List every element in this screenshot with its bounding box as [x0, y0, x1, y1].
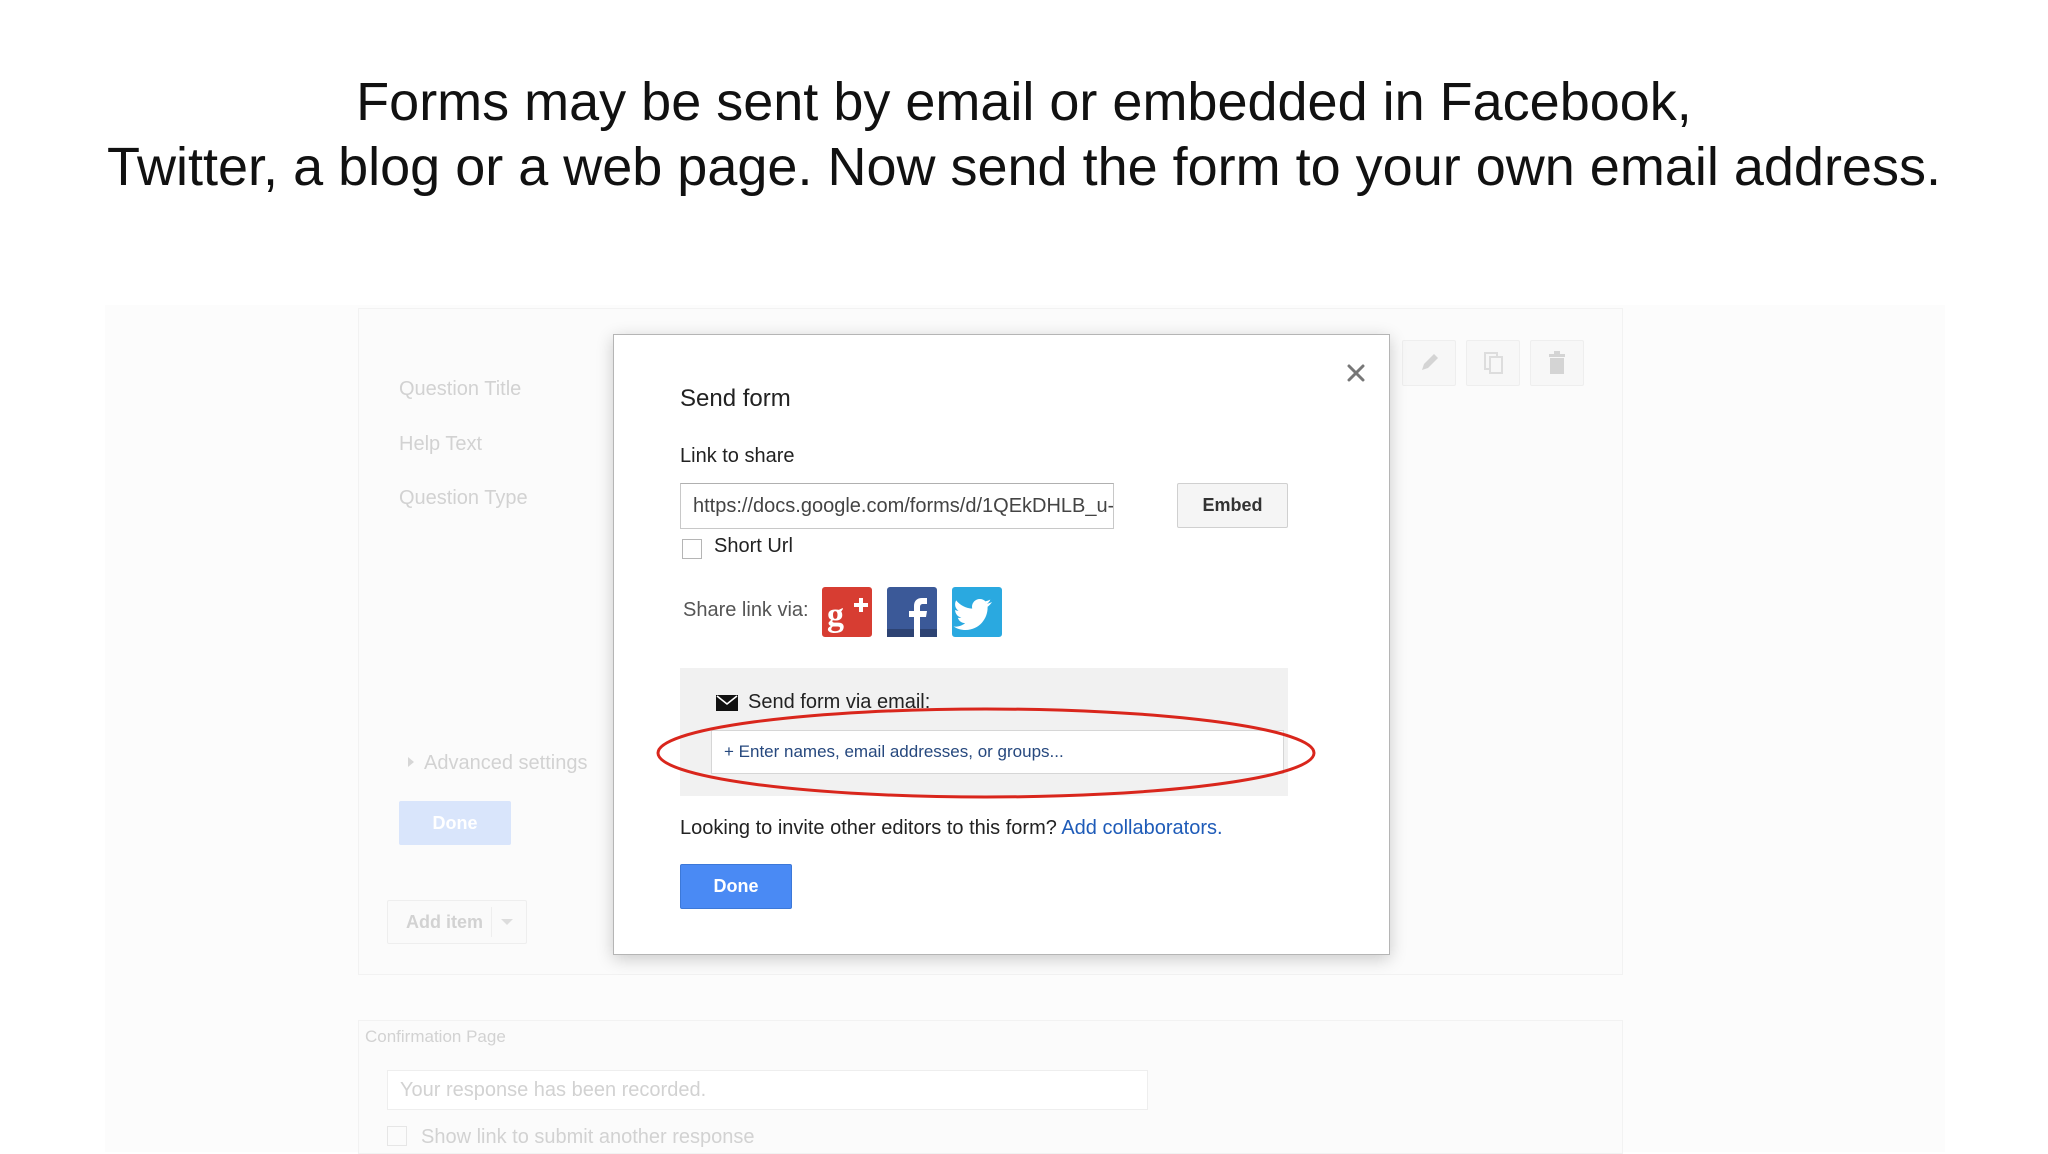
pencil-icon	[1422, 354, 1438, 370]
edit-question-button[interactable]	[1402, 340, 1456, 386]
add-item-label: Add item	[406, 912, 484, 932]
show-link-checkbox[interactable]	[387, 1126, 407, 1146]
question-title-label: Question Title	[399, 378, 522, 400]
share-link-via-label: Share link via:	[683, 599, 809, 621]
trash-icon	[1549, 351, 1565, 374]
short-url-label: Short Url	[714, 535, 793, 557]
close-icon[interactable]	[1342, 359, 1370, 387]
highlight-oval-annotation	[656, 707, 1316, 799]
facebook-icon	[887, 598, 937, 637]
caption-line-1: Forms may be sent by email or embedded i…	[356, 72, 1692, 132]
question-type-label: Question Type	[399, 487, 528, 509]
advanced-settings-label: Advanced settings	[424, 752, 588, 774]
google-plus-icon: g	[827, 597, 868, 634]
background-done-button[interactable]: Done	[399, 801, 511, 845]
add-collaborators-link[interactable]: Add collaborators.	[1061, 817, 1222, 839]
copy-icon	[1484, 352, 1503, 374]
chevron-right-icon	[408, 757, 414, 767]
dialog-title: Send form	[680, 385, 791, 412]
collaborators-text: Looking to invite other editors to this …	[680, 817, 1223, 840]
help-text-label: Help Text	[399, 433, 483, 455]
google-plus-share-button[interactable]: g	[822, 587, 872, 637]
add-item-button[interactable]: Add item	[387, 900, 527, 944]
chevron-down-icon[interactable]	[501, 919, 513, 925]
collaborators-prompt: Looking to invite other editors to this …	[680, 817, 1057, 839]
delete-question-button[interactable]	[1530, 340, 1584, 386]
short-url-checkbox[interactable]	[682, 539, 702, 559]
done-button[interactable]: Done	[680, 864, 792, 909]
facebook-share-button[interactable]	[887, 587, 937, 637]
caption-line-2: Twitter, a blog or a web page. Now send …	[107, 137, 1941, 197]
svg-text:g: g	[827, 597, 844, 634]
share-link-field[interactable]: https://docs.google.com/forms/d/1QEkDHLB…	[680, 483, 1114, 529]
twitter-icon	[953, 599, 992, 630]
confirmation-message-text: Your response has been recorded.	[400, 1079, 707, 1101]
slide-caption: Forms may be sent by email or embedded i…	[0, 70, 2048, 200]
confirmation-page-label: Confirmation Page	[365, 1027, 506, 1046]
confirmation-message-input[interactable]: Your response has been recorded.	[387, 1070, 1148, 1110]
duplicate-question-button[interactable]	[1466, 340, 1520, 386]
twitter-share-button[interactable]	[952, 587, 1002, 637]
show-link-label: Show link to submit another response	[421, 1126, 755, 1148]
send-form-dialog: Send form Link to share https://docs.goo…	[613, 334, 1390, 955]
embed-button[interactable]: Embed	[1177, 483, 1288, 528]
link-to-share-label: Link to share	[680, 445, 795, 467]
add-item-divider	[491, 907, 492, 937]
